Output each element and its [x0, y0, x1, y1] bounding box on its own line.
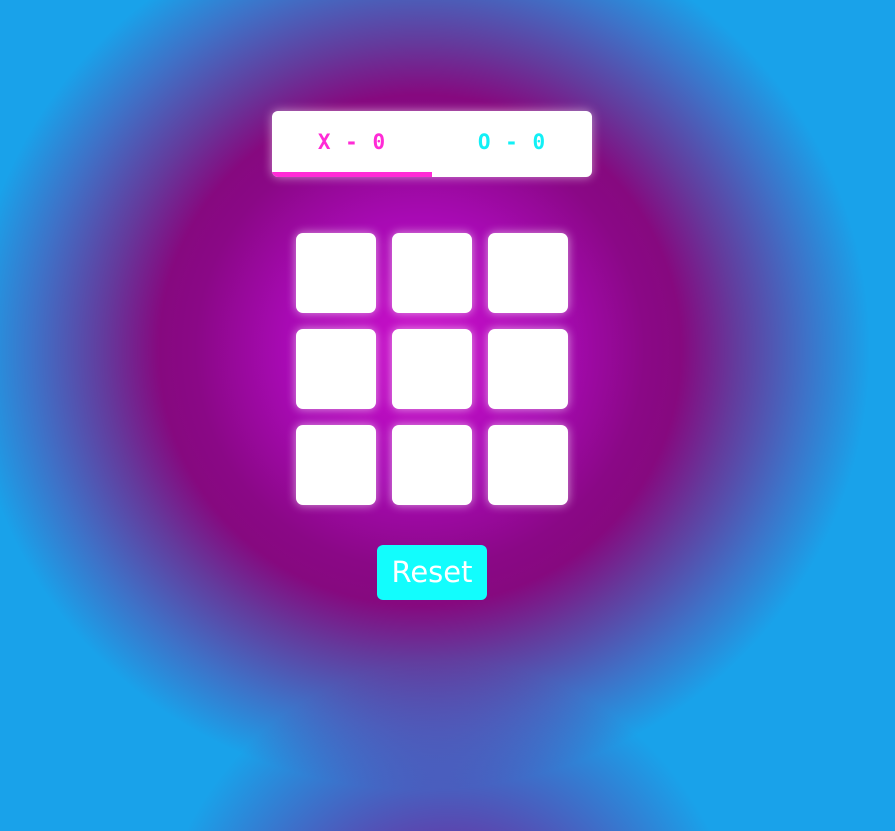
- board-cell-2[interactable]: [392, 233, 472, 313]
- active-turn-indicator: [272, 172, 432, 177]
- board-cell-7[interactable]: [296, 425, 376, 505]
- game-board: [296, 233, 568, 505]
- board-cell-3[interactable]: [488, 233, 568, 313]
- board-cell-1[interactable]: [296, 233, 376, 313]
- reset-button[interactable]: Reset: [377, 545, 487, 600]
- board-cell-4[interactable]: [296, 329, 376, 409]
- board-cell-5[interactable]: [392, 329, 472, 409]
- player-x-score: X - 0: [317, 130, 387, 154]
- player-o-score: O - 0: [477, 130, 547, 154]
- board-cell-6[interactable]: [488, 329, 568, 409]
- board-cell-9[interactable]: [488, 425, 568, 505]
- board-cell-8[interactable]: [392, 425, 472, 505]
- scoreboard: X - 0 O - 0: [272, 111, 592, 177]
